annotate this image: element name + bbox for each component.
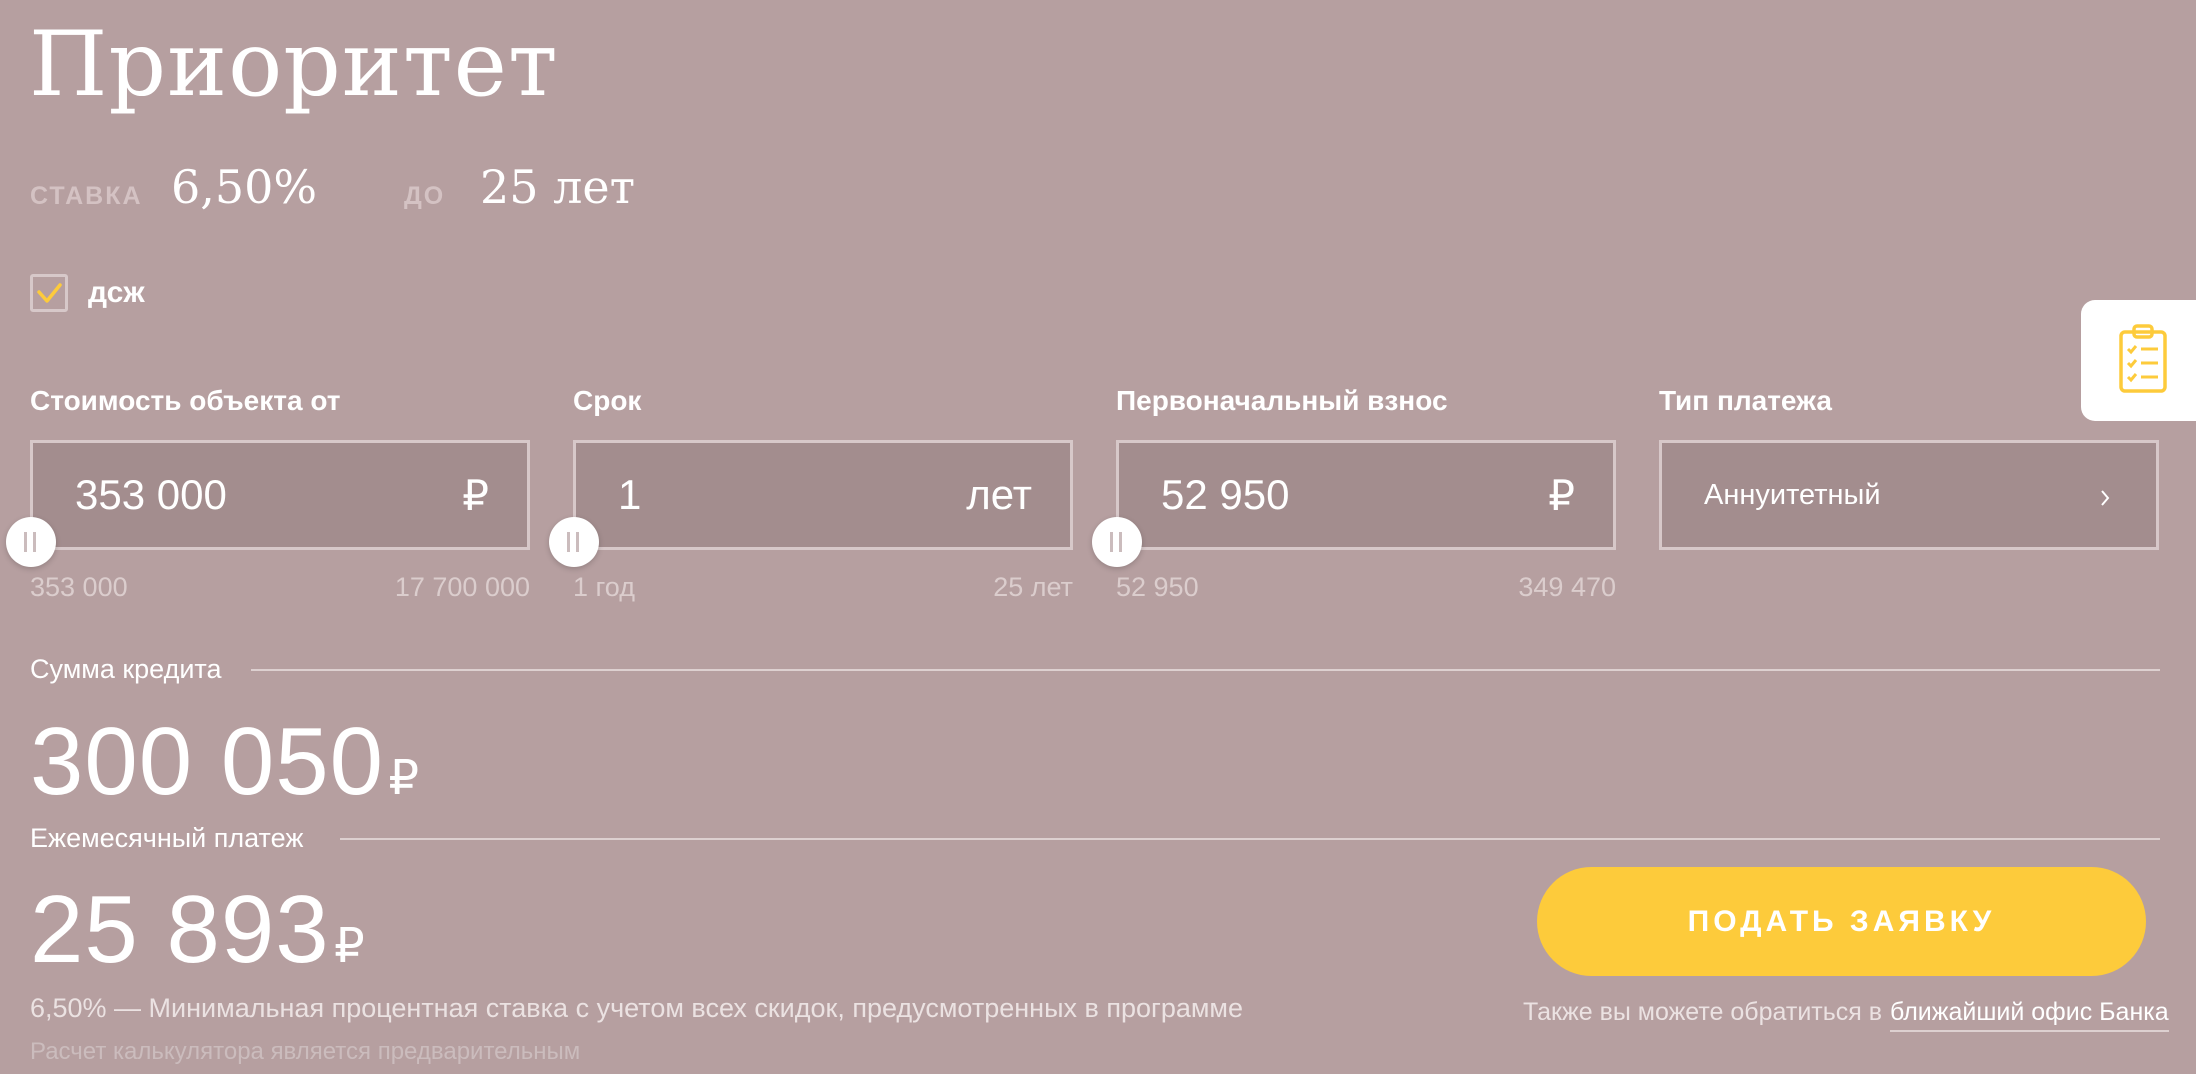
downpayment-slider-handle[interactable]: [1092, 517, 1142, 567]
rate-value: 6,50%: [171, 160, 318, 214]
nearest-office-link[interactable]: ближайший офис Банка: [1890, 998, 2169, 1032]
term-max-value: 25 лет: [480, 160, 636, 214]
payment-type-select[interactable]: Аннуитетный: [1659, 440, 2159, 550]
monthly-payment: 25 893 ₽: [30, 880, 365, 980]
term-prefix: до: [404, 182, 446, 210]
monthly-currency: ₽: [334, 920, 365, 973]
chevron-right-icon: [2101, 490, 2110, 506]
price-slider-handle[interactable]: [6, 517, 56, 567]
office-prompt: Также вы можете обратиться в: [1523, 998, 1883, 1026]
term-unit: лет: [966, 471, 1032, 518]
divider: [251, 669, 2160, 671]
downpayment-unit: ₽: [1548, 472, 1575, 519]
term-slider-handle[interactable]: [549, 517, 599, 567]
loan-amount-label: Сумма кредита: [30, 654, 222, 684]
rate-label: ставка: [30, 182, 143, 210]
clipboard-checklist-icon: [2119, 324, 2167, 393]
insurance-checkbox[interactable]: [30, 274, 68, 312]
term-value: 1: [618, 471, 642, 518]
downpayment-label: Первоначальный взнос: [1116, 385, 1448, 416]
downpayment-max: 349 470: [1518, 572, 1616, 602]
term-label: Срок: [573, 385, 642, 416]
price-max: 17 700 000: [394, 572, 530, 602]
term-max: 25 лет: [993, 572, 1073, 602]
price-unit: ₽: [462, 472, 489, 519]
calculator-disclaimer: Расчет калькулятора является предварител…: [30, 1038, 581, 1065]
checklist-side-tab[interactable]: [2081, 300, 2196, 421]
page-title: Приоритет: [29, 12, 559, 117]
loan-amount: 300 050 ₽: [30, 712, 419, 812]
term-input[interactable]: 1 лет: [573, 440, 1073, 550]
price-label: Стоимость объекта от: [30, 385, 341, 416]
divider: [340, 838, 2160, 840]
payment-type-value: Аннуитетный: [1704, 479, 1881, 511]
apply-button[interactable]: ПОДАТЬ ЗАЯВКУ: [1537, 867, 2146, 976]
checkmark-icon: [37, 283, 62, 303]
monthly-payment-value: 25 893: [30, 876, 330, 983]
monthly-payment-label: Ежемесячный платеж: [30, 823, 304, 853]
price-value: 353 000: [75, 471, 227, 518]
downpayment-input[interactable]: 52 950 ₽: [1116, 440, 1616, 550]
rate-footnote: 6,50% — Минимальная процентная ставка с …: [30, 993, 1243, 1023]
price-input[interactable]: 353 000 ₽: [30, 440, 530, 550]
loan-currency: ₽: [388, 752, 420, 805]
downpayment-value: 52 950: [1161, 471, 1290, 518]
loan-amount-value: 300 050: [30, 708, 385, 815]
insurance-label[interactable]: дсж: [88, 276, 145, 310]
payment-type-label: Тип платежа: [1659, 385, 1832, 416]
